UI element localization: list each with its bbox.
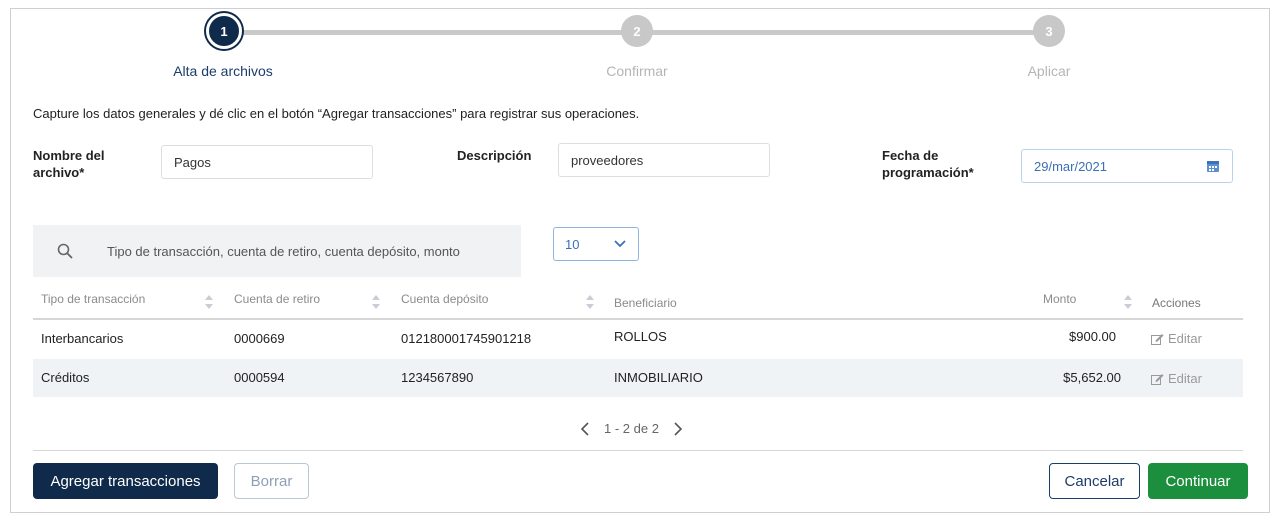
cell-amount: $5,652.00 [1063,370,1121,385]
edit-icon [1151,373,1164,385]
sort-icon[interactable] [585,292,595,312]
cell-type: Créditos [41,370,90,385]
cell-amount: $900.00 [1069,329,1116,344]
column-header-deposit-account[interactable]: Cuenta depósito [401,292,488,306]
schedule-date-input[interactable]: 29/mar/2021 [1021,149,1233,183]
cell-withdraw-account: 0000669 [234,331,285,346]
column-header-withdraw-account[interactable]: Cuenta de retiro [234,292,320,306]
cell-type: Interbancarios [41,331,124,346]
description-input[interactable]: proveedores [558,143,770,177]
label-line: programación* [882,165,974,180]
table-row: Créditos 0000594 1234567890 INMOBILIARIO… [33,359,1243,397]
step-2-label: Confirmar [606,63,668,79]
footer-divider [33,450,1243,451]
cell-beneficiary: ROLLOS [614,329,667,344]
step-3-label: Aplicar [1027,63,1071,79]
label-line: archivo* [33,165,85,180]
add-transactions-button[interactable]: Agregar transacciones [33,463,218,499]
page-size-value: 10 [565,236,580,252]
step-3-circle: 3 [1033,15,1065,47]
column-header-actions: Acciones [1152,296,1201,310]
edit-action[interactable]: Editar [1151,371,1202,386]
chevron-down-icon [614,240,626,248]
pagination-text: 1 - 2 de 2 [604,421,659,436]
table-row: Interbancarios 0000669 01218000174590121… [33,320,1243,358]
description-value: proveedores [571,152,644,168]
schedule-date-value: 29/mar/2021 [1034,158,1107,174]
edit-action[interactable]: Editar [1151,331,1202,346]
sort-icon[interactable] [204,292,214,312]
stepper-connector [226,30,638,35]
step-2-circle: 2 [621,15,653,47]
column-header-beneficiary[interactable]: Beneficiario [614,296,677,310]
step-1-label: Alta de archivos [173,63,273,79]
stepper-connector [638,30,1050,35]
step-1-circle: 1 [206,13,242,49]
column-header-amount[interactable]: Monto [1043,292,1076,306]
chevron-left-icon[interactable] [580,421,590,436]
edit-label: Editar [1168,371,1202,386]
continue-button[interactable]: Continuar [1148,463,1248,499]
step-number: 3 [1045,23,1053,39]
edit-label: Editar [1168,331,1202,346]
step-number: 1 [220,23,228,39]
page-size-select[interactable]: 10 [553,227,639,261]
label-line: Fecha de [882,148,939,163]
description-label: Descripción [457,148,532,163]
schedule-date-label: Fecha de programación* [882,147,974,181]
calendar-icon[interactable] [1206,159,1220,173]
cell-beneficiary: INMOBILIARIO [614,370,703,385]
sort-icon[interactable] [1123,292,1133,312]
sort-icon[interactable] [371,292,381,312]
cell-withdraw-account: 0000594 [234,370,285,385]
cell-deposit-account: 012180001745901218 [401,331,532,346]
file-name-value: Pagos [174,154,211,170]
edit-icon [1151,333,1164,345]
file-name-label: Nombre del archivo* [33,147,105,181]
search-bar[interactable]: Tipo de transacción, cuenta de retiro, c… [33,225,521,277]
step-number: 2 [633,23,641,39]
label-line: Nombre del [33,148,105,163]
clear-button[interactable]: Borrar [234,463,309,499]
cancel-button[interactable]: Cancelar [1049,463,1140,499]
search-placeholder: Tipo de transacción, cuenta de retiro, c… [107,244,460,259]
cell-deposit-account: 1234567890 [401,370,474,385]
pagination: 1 - 2 de 2 [580,421,683,436]
file-name-input[interactable]: Pagos [161,145,373,179]
search-icon [57,243,73,259]
column-header-type[interactable]: Tipo de transacción [41,292,145,306]
instructions-text: Capture los datos generales y dé clic en… [33,106,640,121]
chevron-right-icon[interactable] [673,421,683,436]
